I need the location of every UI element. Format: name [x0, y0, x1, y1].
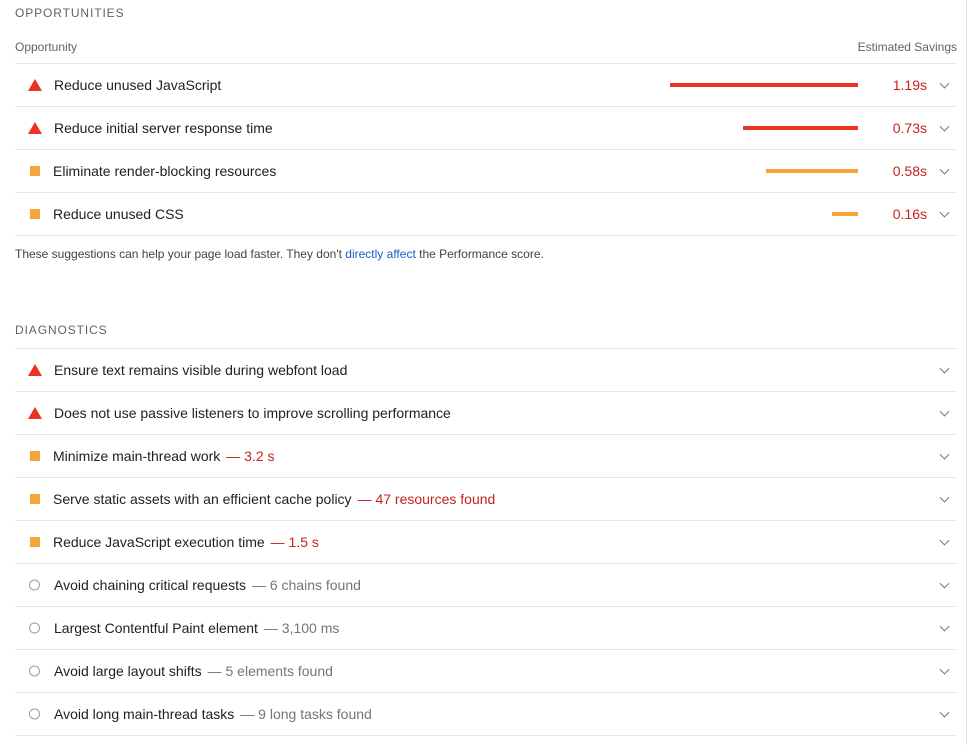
diagnostic-row[interactable]: Avoid large layout shifts — 5 elements fo… — [15, 649, 957, 692]
chevron-down-icon[interactable] — [939, 78, 950, 89]
diagnostic-title-text: Avoid long main-thread tasks — [54, 706, 235, 722]
diagnostic-title-text: Serve static assets with an efficient ca… — [53, 491, 352, 507]
diagnostic-display-value: — 3,100 ms — [263, 620, 340, 636]
diagnostic-title: Minimize main-thread work — 3.2 s — [53, 448, 275, 464]
chevron-down-icon[interactable] — [939, 492, 950, 503]
average-square-icon — [30, 494, 40, 504]
average-square-icon — [30, 209, 40, 219]
chevron-down-icon[interactable] — [939, 121, 950, 132]
diagnostic-row[interactable]: Reduce JavaScript execution time — 1.5 s — [15, 520, 957, 563]
average-square-icon — [30, 537, 40, 547]
chevron-down-icon[interactable] — [939, 363, 950, 374]
diagnostic-title: Reduce JavaScript execution time — 1.5 s — [53, 534, 319, 550]
diagnostic-title: Avoid long main-thread tasks — 9 long tas… — [54, 706, 372, 722]
opportunity-row[interactable]: Eliminate render-blocking resources 0.58… — [15, 149, 957, 192]
savings-bar — [832, 212, 858, 216]
diagnostic-row[interactable]: Does not use passive listeners to improv… — [15, 391, 957, 434]
average-square-icon — [30, 451, 40, 461]
diagnostics-list: Ensure text remains visible during webfo… — [15, 348, 957, 736]
diagnostics-section-title: DIAGNOSTICS — [15, 323, 108, 337]
savings-bar — [743, 126, 858, 130]
chevron-down-icon[interactable] — [939, 578, 950, 589]
info-circle-icon — [29, 622, 40, 634]
note-text-after: the Performance score. — [415, 247, 544, 261]
diagnostic-display-value: — 3.2 s — [226, 448, 275, 464]
opportunities-section-title: OPPORTUNITIES — [15, 6, 125, 20]
diagnostic-title: Does not use passive listeners to improv… — [54, 405, 451, 421]
diagnostic-title-text: Largest Contentful Paint element — [54, 620, 258, 636]
opportunity-row[interactable]: Reduce initial server response time 0.73… — [15, 106, 957, 149]
chevron-down-icon[interactable] — [939, 406, 950, 417]
savings-bar — [766, 169, 858, 173]
page-edge-divider — [966, 0, 967, 745]
diagnostic-title: Avoid large layout shifts — 5 elements fo… — [54, 663, 333, 679]
diagnostic-title: Serve static assets with an efficient ca… — [53, 491, 495, 507]
diagnostic-title-text: Avoid chaining critical requests — [54, 577, 246, 593]
info-circle-icon — [29, 708, 40, 720]
diagnostic-row[interactable]: Avoid chaining critical requests — 6 chai… — [15, 563, 957, 606]
diagnostic-display-value: — 1.5 s — [270, 534, 319, 550]
estimated-savings-column-label: Estimated Savings — [857, 40, 957, 54]
diagnostic-title-text: Does not use passive listeners to improv… — [54, 405, 451, 421]
opportunity-title: Reduce unused JavaScript — [54, 77, 222, 93]
opportunity-row[interactable]: Reduce unused JavaScript 1.19s — [15, 63, 957, 106]
chevron-down-icon[interactable] — [939, 449, 950, 460]
diagnostic-display-value: — 5 elements found — [207, 663, 333, 679]
note-text-before: These suggestions can help your page loa… — [15, 247, 346, 261]
diagnostic-display-value: — 47 resources found — [357, 491, 496, 507]
diagnostic-display-value: — 6 chains found — [251, 577, 361, 593]
diagnostic-row[interactable]: Avoid long main-thread tasks — 9 long tas… — [15, 692, 957, 736]
fail-triangle-icon — [28, 122, 42, 134]
chevron-down-icon[interactable] — [939, 621, 950, 632]
diagnostic-title-text: Avoid large layout shifts — [54, 663, 202, 679]
diagnostic-title-text: Reduce JavaScript execution time — [53, 534, 265, 550]
opportunity-column-label: Opportunity — [15, 40, 78, 54]
diagnostic-row[interactable]: Ensure text remains visible during webfo… — [15, 348, 957, 391]
diagnostic-display-value: — 9 long tasks found — [240, 706, 372, 722]
opportunities-note: These suggestions can help your page loa… — [15, 247, 544, 261]
directly-affect-link[interactable]: directly affect — [345, 247, 415, 261]
savings-value: 0.73s — [892, 120, 927, 136]
info-circle-icon — [29, 579, 40, 591]
diagnostic-title: Largest Contentful Paint element — 3,100 … — [54, 620, 339, 636]
diagnostic-row[interactable]: Minimize main-thread work — 3.2 s — [15, 434, 957, 477]
savings-value: 0.16s — [892, 206, 927, 222]
opportunity-title: Reduce unused CSS — [53, 206, 184, 222]
opportunities-list: Reduce unused JavaScript 1.19s Reduce in… — [15, 63, 957, 236]
savings-value: 0.58s — [892, 163, 927, 179]
diagnostic-title-text: Minimize main-thread work — [53, 448, 221, 464]
opportunity-row[interactable]: Reduce unused CSS 0.16s — [15, 192, 957, 236]
chevron-down-icon[interactable] — [939, 707, 950, 718]
chevron-down-icon[interactable] — [939, 207, 950, 218]
diagnostic-title: Ensure text remains visible during webfo… — [54, 362, 347, 378]
diagnostic-row[interactable]: Largest Contentful Paint element — 3,100 … — [15, 606, 957, 649]
average-square-icon — [30, 166, 40, 176]
fail-triangle-icon — [28, 364, 42, 376]
chevron-down-icon[interactable] — [939, 535, 950, 546]
diagnostic-title: Avoid chaining critical requests — 6 chai… — [54, 577, 361, 593]
opportunity-title: Eliminate render-blocking resources — [53, 163, 277, 179]
savings-bar — [670, 83, 858, 87]
diagnostic-title-text: Ensure text remains visible during webfo… — [54, 362, 348, 378]
diagnostic-row[interactable]: Serve static assets with an efficient ca… — [15, 477, 957, 520]
fail-triangle-icon — [28, 407, 42, 419]
savings-value: 1.19s — [892, 77, 927, 93]
opportunities-column-header: Opportunity Estimated Savings — [15, 40, 957, 54]
chevron-down-icon[interactable] — [939, 164, 950, 175]
opportunity-title: Reduce initial server response time — [54, 120, 273, 136]
chevron-down-icon[interactable] — [939, 664, 950, 675]
info-circle-icon — [29, 665, 40, 677]
fail-triangle-icon — [28, 79, 42, 91]
